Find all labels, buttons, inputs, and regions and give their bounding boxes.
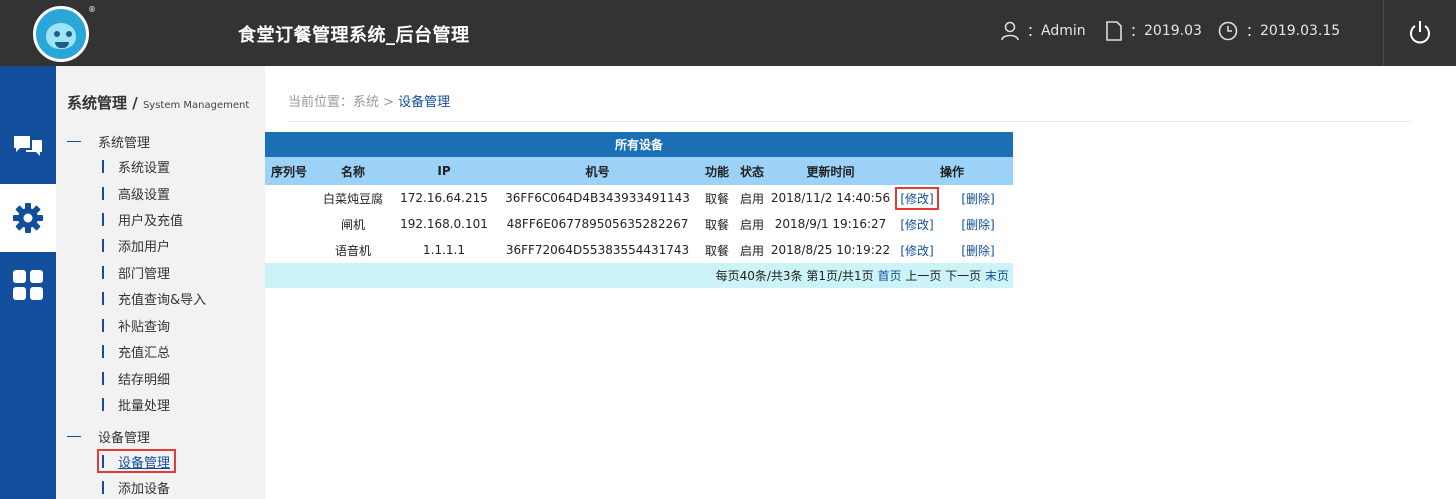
table-row: 白菜炖豆腐 172.16.64.215 36FF6C064D4B34393349… xyxy=(265,185,1013,211)
sidebar-item-users-recharge[interactable]: 用户及充值 xyxy=(102,209,183,229)
delete-link[interactable]: [删除] xyxy=(943,211,1013,237)
first-page-link[interactable]: 首页 xyxy=(878,269,902,283)
prev-page-link[interactable]: 上一页 xyxy=(902,269,946,283)
rail-messages[interactable] xyxy=(0,112,56,180)
edit-link[interactable]: [修改] xyxy=(891,211,943,237)
sidebar-item-recharge-query[interactable]: 充值查询&导入 xyxy=(102,288,206,308)
current-date: 2019.03.15 xyxy=(1260,23,1341,39)
col-name: 名称 xyxy=(313,157,393,185)
sidebar-group-system[interactable]: 系统管理 xyxy=(67,132,150,151)
col-updated: 更新时间 xyxy=(770,157,891,185)
delete-link[interactable]: [删除] xyxy=(943,185,1013,211)
pagination: 每页40条/共3条 第1页/共1页 首页 上一页 下一页 末页 xyxy=(265,263,1013,288)
sidebar-item-system-settings[interactable]: 系统设置 xyxy=(102,156,170,176)
col-actions: 操作 xyxy=(891,157,1013,185)
device-table: 所有设备 序列号 名称 IP 机号 功能 状态 更新时间 操作 白菜炖豆腐 17… xyxy=(265,132,1013,288)
month-info: ： 2019.03 xyxy=(1106,20,1202,42)
rail-apps[interactable] xyxy=(0,251,56,319)
col-status: 状态 xyxy=(734,157,770,185)
col-func: 功能 xyxy=(700,157,734,185)
top-bar: ® 食堂订餐管理系统_后台管理 ： Admin ： 2019.03 ： 2019… xyxy=(0,0,1456,66)
table-row: 闸机 192.168.0.101 48FF6E06778950563528226… xyxy=(265,211,1013,237)
col-ip: IP xyxy=(393,157,495,185)
pagination-summary: 每页40条/共3条 第1页/共1页 xyxy=(715,269,878,283)
sidebar-item-recharge-summary[interactable]: 充值汇总 xyxy=(102,341,170,361)
table-header: 序列号 名称 IP 机号 功能 状态 更新时间 操作 xyxy=(265,157,1013,185)
last-page-link[interactable]: 末页 xyxy=(985,269,1009,283)
divider xyxy=(288,121,1411,122)
power-icon xyxy=(1410,21,1430,44)
table-row: 语音机 1.1.1.1 36FF72064D55383554431743 取餐 … xyxy=(265,237,1013,263)
delete-link[interactable]: [删除] xyxy=(943,237,1013,263)
rail-settings[interactable] xyxy=(0,184,56,252)
user-name: Admin xyxy=(1041,23,1086,39)
user-info: ： Admin xyxy=(1001,20,1086,42)
sidebar-item-batch[interactable]: 批量处理 xyxy=(102,394,170,414)
gear-icon xyxy=(13,203,43,233)
sidebar-item-device-management[interactable]: 设备管理 xyxy=(96,449,177,473)
sidebar: 系统管理 / System Management 系统管理 系统设置 高级设置 … xyxy=(56,66,265,499)
col-seq: 序列号 xyxy=(265,157,313,185)
sidebar-item-advanced-settings[interactable]: 高级设置 xyxy=(102,183,170,203)
sidebar-item-subsidy-query[interactable]: 补贴查询 xyxy=(102,315,170,335)
col-machine: 机号 xyxy=(495,157,700,185)
logout-button[interactable] xyxy=(1383,0,1456,66)
document-icon xyxy=(1106,21,1122,41)
sidebar-group-devices[interactable]: 设备管理 xyxy=(67,427,150,446)
logo: ® xyxy=(33,5,96,62)
edit-link[interactable]: [修改] xyxy=(895,186,939,210)
sidebar-item-add-user[interactable]: 添加用户 xyxy=(102,235,170,255)
chat-icon xyxy=(14,136,42,156)
sidebar-item-add-device[interactable]: 添加设备 xyxy=(102,477,170,497)
edit-link[interactable]: [修改] xyxy=(891,237,943,263)
app-title: 食堂订餐管理系统_后台管理 xyxy=(238,25,470,46)
table-caption: 所有设备 xyxy=(614,138,663,152)
sidebar-item-departments[interactable]: 部门管理 xyxy=(102,262,170,282)
user-icon xyxy=(1001,21,1019,41)
sidebar-title: 系统管理 / System Management xyxy=(67,94,250,112)
grid-icon xyxy=(13,270,43,300)
clock-icon xyxy=(1218,21,1238,41)
date-info: ： 2019.03.15 xyxy=(1218,20,1340,42)
breadcrumb: 当前位置：系统 > 设备管理 xyxy=(288,95,451,110)
sidebar-item-balance-detail[interactable]: 结存明细 xyxy=(102,368,170,388)
current-month: 2019.03 xyxy=(1144,23,1202,39)
next-page-link[interactable]: 下一页 xyxy=(945,269,985,283)
module-rail xyxy=(0,66,56,499)
